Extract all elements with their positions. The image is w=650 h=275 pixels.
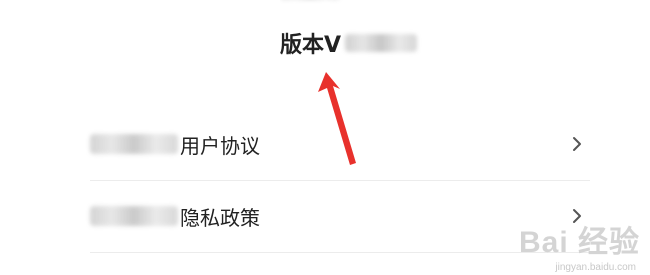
settings-list: 用户协议 隐私政策 — [90, 108, 590, 253]
divider — [90, 252, 590, 253]
chevron-right-icon — [573, 137, 581, 151]
app-name-redacted — [90, 206, 178, 226]
list-item-privacy-policy[interactable]: 隐私政策 — [90, 180, 590, 252]
list-item-user-agreement[interactable]: 用户协议 — [90, 108, 590, 180]
user-agreement-label: 用户协议 — [180, 133, 260, 158]
app-name-redacted — [90, 134, 178, 154]
baidu-watermark: Bai 经验 — [518, 226, 640, 259]
watermark-url: jingyan.baidu.com — [555, 262, 636, 273]
cropped-status-text — [280, 0, 370, 4]
version-info: 版本V — [280, 28, 418, 58]
version-number-redacted — [345, 34, 418, 52]
privacy-policy-label: 隐私政策 — [180, 205, 260, 230]
version-label: 版本V — [280, 33, 342, 58]
